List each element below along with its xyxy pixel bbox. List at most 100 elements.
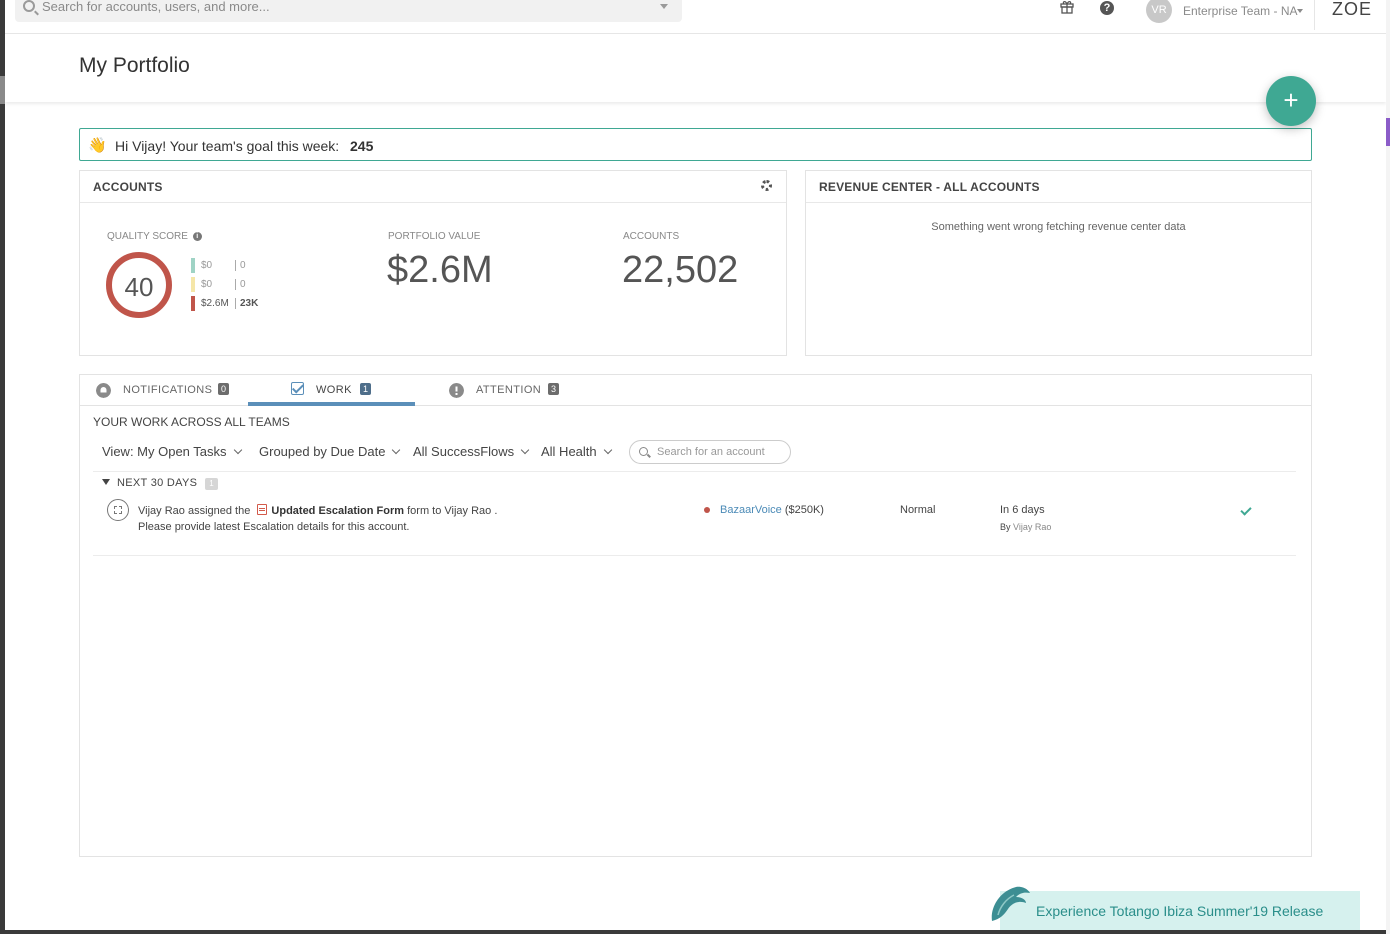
release-promo-banner[interactable]: Experience Totango Ibiza Summer'19 Relea… — [991, 886, 1360, 930]
task-due: In 6 days — [1000, 504, 1045, 516]
alert-icon — [449, 383, 464, 398]
search-icon — [23, 0, 35, 12]
global-search-input[interactable]: Search for accounts, users, and more... — [15, 0, 682, 22]
task-period: . — [494, 505, 498, 517]
app-window: Search for accounts, users, and more... … — [5, 0, 1386, 930]
tab-label: WORK — [316, 384, 352, 396]
tab-work[interactable]: WORK 1 — [248, 375, 415, 406]
tab-count-badge: 1 — [360, 383, 372, 395]
task-description: Please provide latest Escalation details… — [138, 521, 410, 533]
group-filter-dropdown[interactable]: Grouped by Due Date — [259, 444, 401, 459]
portfolio-value: $2.6M — [387, 249, 493, 291]
tab-notifications[interactable]: NOTIFICATIONS 0 — [80, 375, 248, 406]
health-filter-dropdown[interactable]: All Health — [541, 444, 612, 459]
gear-icon[interactable] — [761, 180, 772, 191]
search-placeholder: Search for accounts, users, and more... — [42, 0, 270, 14]
top-bar: Search for accounts, users, and more... … — [5, 0, 1386, 34]
health-status-dot — [704, 507, 710, 513]
revenue-center-card: REVENUE CENTER - ALL ACCOUNTS Something … — [805, 170, 1312, 356]
promo-text: Experience Totango Ibiza Summer'19 Relea… — [1036, 903, 1324, 919]
team-selector[interactable]: Enterprise Team - NA — [1183, 4, 1298, 18]
task-priority: Normal — [900, 504, 936, 516]
legend-count: 0 — [235, 279, 246, 290]
account-value: ($250K) — [784, 504, 824, 516]
group-count-badge: 1 — [205, 478, 218, 490]
portfolio-value-label: PORTFOLIO VALUE — [388, 231, 481, 242]
accounts-card-title: ACCOUNTS — [80, 171, 786, 203]
zoe-assistant-button[interactable]: ZOE — [1332, 0, 1372, 20]
by-name: Vijay Rao — [1013, 522, 1052, 532]
search-icon — [639, 447, 648, 456]
accounts-card: ACCOUNTS QUALITY SCORE i 40 $0 0 $0 0 $2… — [79, 170, 787, 356]
right-edge-strip — [1386, 0, 1390, 934]
account-link[interactable]: BazaarVoice — [720, 504, 782, 516]
revenue-center-title: REVENUE CENTER - ALL ACCOUNTS — [806, 171, 1311, 203]
task-summary: Vijay Rao assigned the Updated Escalatio… — [138, 504, 497, 517]
chevron-down-icon — [603, 445, 612, 455]
goal-text: Hi Vijay! Your team's goal this week: — [115, 138, 340, 154]
task-created-by: By Vijay Rao — [1000, 522, 1051, 532]
successflow-filter-dropdown[interactable]: All SuccessFlows — [413, 444, 530, 459]
collapse-triangle-icon[interactable] — [102, 479, 110, 485]
task-type-icon — [107, 499, 129, 521]
successflow-filter-label: All SuccessFlows — [413, 444, 515, 459]
legend-swatch — [191, 296, 195, 311]
info-icon[interactable]: i — [192, 232, 202, 241]
quality-score-value: 40 — [124, 272, 154, 302]
legend-value: $0 — [201, 279, 213, 290]
complete-task-check-icon[interactable] — [1240, 504, 1252, 516]
search-dropdown-icon[interactable] — [660, 4, 668, 9]
task-divider — [93, 555, 1296, 556]
add-button[interactable]: + — [1266, 76, 1316, 126]
accounts-count-label: ACCOUNTS — [623, 231, 680, 242]
team-goal-banner: 👋 Hi Vijay! Your team's goal this week: … — [79, 128, 1312, 161]
group-filter-label: Grouped by Due Date — [259, 444, 386, 459]
group-label: NEXT 30 DAYS — [117, 477, 198, 489]
health-filter-label: All Health — [541, 444, 597, 459]
task-assigner: Vijay Rao — [138, 505, 185, 517]
page-header: My Portfolio — [5, 34, 1386, 102]
quality-score-label-text: QUALITY SCORE — [107, 231, 188, 242]
task-action-text: assigned the — [187, 505, 251, 517]
revenue-error-message: Something went wrong fetching revenue ce… — [931, 221, 1186, 233]
task-account: BazaarVoice ($250K) — [720, 504, 824, 516]
quality-score-label: QUALITY SCORE i — [107, 231, 202, 242]
page-title: My Portfolio — [79, 54, 190, 77]
work-section-title: YOUR WORK ACROSS ALL TEAMS — [93, 415, 290, 429]
tab-count-badge: 3 — [548, 383, 560, 395]
goal-value: 245 — [350, 138, 374, 154]
legend-swatch — [191, 277, 195, 292]
task-form-link[interactable]: Updated Escalation Form — [271, 505, 404, 517]
tab-label: NOTIFICATIONS — [123, 384, 213, 396]
wave-emoji-icon: 👋 — [88, 137, 107, 154]
legend-value: $0 — [201, 260, 213, 271]
chevron-down-icon — [520, 445, 530, 455]
topbar-divider — [1314, 0, 1315, 30]
view-filter-dropdown[interactable]: View: My Open Tasks — [102, 444, 242, 459]
legend-count: 23K — [235, 298, 258, 309]
chevron-down-icon — [392, 445, 401, 455]
gift-icon[interactable] — [1060, 0, 1074, 14]
activity-panel: NOTIFICATIONS 0 WORK 1 ATTENTION 3 YOUR … — [79, 374, 1312, 857]
user-avatar[interactable]: VR — [1146, 0, 1172, 23]
task-form-word: form to — [407, 505, 442, 517]
tab-count-badge: 0 — [218, 383, 230, 395]
quality-score-donut: 40 — [106, 252, 172, 318]
chevron-down-icon — [233, 445, 242, 455]
help-icon[interactable]: ? — [1100, 1, 1114, 15]
by-label: By — [1000, 522, 1011, 532]
accounts-count-value: 22,502 — [622, 249, 739, 291]
side-tab-marker[interactable] — [1386, 118, 1390, 146]
team-chevron-down-icon[interactable] — [1297, 9, 1303, 13]
form-icon — [257, 504, 268, 515]
checkbox-icon — [291, 382, 304, 395]
tab-attention[interactable]: ATTENTION 3 — [415, 375, 575, 406]
account-search-input[interactable]: Search for an account — [629, 440, 791, 464]
legend-count: 0 — [235, 260, 246, 271]
account-search-placeholder: Search for an account — [657, 446, 765, 458]
bell-icon — [96, 383, 111, 398]
tab-label: ATTENTION — [476, 384, 542, 396]
legend-swatch — [191, 258, 195, 273]
legend-value: $2.6M — [201, 298, 229, 309]
view-filter-label: View: My Open Tasks — [102, 444, 227, 459]
